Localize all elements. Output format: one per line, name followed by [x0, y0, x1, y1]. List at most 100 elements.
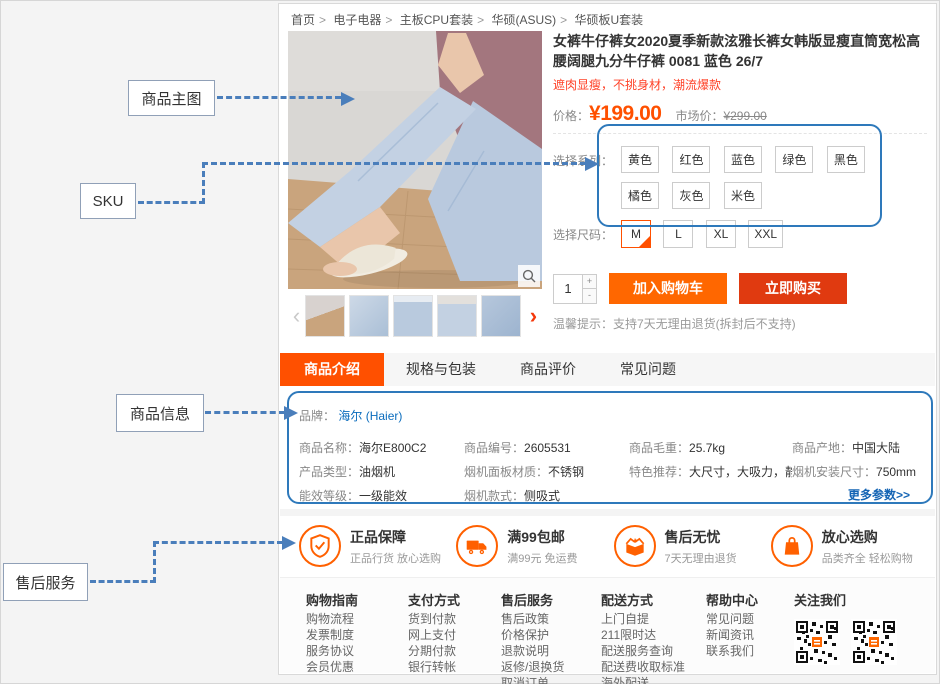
service-free-shipping: 满99包邮 满99元 免运费 [456, 520, 613, 572]
quantity-decrease-button[interactable]: - [583, 288, 597, 304]
annotation-arrow-line [153, 541, 156, 583]
series-option-gray[interactable]: 灰色 [672, 182, 710, 209]
breadcrumb-current: 华硕板U套装 [574, 13, 643, 27]
footer-link[interactable]: 配送费收取标准 [601, 661, 685, 673]
annotation-arrow-line [217, 96, 341, 99]
breadcrumb: 首页> 电子电器> 主板CPU套装> 华硕(ASUS)> 华硕板U套装 [291, 11, 647, 28]
magnifier-icon[interactable] [518, 265, 540, 287]
size-option-l[interactable]: L [663, 220, 693, 248]
series-option-red[interactable]: 红色 [672, 146, 710, 173]
section-divider [280, 509, 935, 516]
series-option-black[interactable]: 黑色 [827, 146, 865, 173]
thumbnail-3[interactable] [393, 295, 433, 337]
footer-link[interactable]: 211限时达 [601, 629, 685, 641]
series-option-yellow[interactable]: 黄色 [621, 146, 659, 173]
thumbnail-4[interactable] [437, 295, 477, 337]
footer-heading: 支付方式 [408, 590, 460, 609]
footer-link[interactable]: 新闻资讯 [706, 629, 758, 641]
size-selector: 选择尺码： M L XL XXL [553, 220, 927, 248]
size-option-xl[interactable]: XL [706, 220, 736, 248]
footer-link[interactable]: 分期付款 [408, 645, 460, 657]
footer-link[interactable]: 海外配送 [601, 677, 685, 684]
footer-link[interactable]: 常见问题 [706, 613, 758, 625]
breadcrumb-category-3[interactable]: 华硕(ASUS) [491, 13, 556, 27]
footer-link[interactable]: 会员优惠 [306, 661, 358, 673]
service-subtitle: 7天无理由退货 [665, 550, 737, 566]
price-row: 价格： ¥199.00 市场价： ¥299.00 [553, 102, 927, 134]
footer-link[interactable]: 取消订单 [501, 677, 564, 684]
service-title: 售后无忧 [665, 527, 737, 547]
spec-grid: 商品名称：海尔E800C2 商品编号：2605531 商品毛重：25.7kg 商… [299, 439, 916, 504]
footer-link[interactable]: 购物流程 [306, 613, 358, 625]
breadcrumb-category-2[interactable]: 主板CPU套装 [400, 13, 473, 27]
footer-col-shopping-guide: 购物指南 购物流程 发票制度 服务协议 会员优惠 [306, 590, 358, 673]
product-main-image[interactable] [288, 31, 542, 289]
spec-item: 产品类型：油烟机 [299, 463, 464, 480]
series-option-beige[interactable]: 米色 [724, 182, 762, 209]
screenshot-canvas: 首页> 电子电器> 主板CPU套装> 华硕(ASUS)> 华硕板U套装 [0, 0, 940, 684]
series-selector: 选择系列： 黄色 红色 蓝色 绿色 黑色 橘色 灰色 米色 [553, 146, 927, 218]
series-option-green[interactable]: 绿色 [775, 146, 813, 173]
spec-item: 烟机面板材质：不锈钢 [464, 463, 629, 480]
footer-link[interactable]: 网上支付 [408, 629, 460, 641]
footer-col-after-sales: 售后服务 售后政策 价格保护 退款说明 返修/退换货 取消订单 [501, 590, 564, 684]
model-photo [288, 31, 542, 289]
thumbs-prev-button[interactable]: ‹ [288, 295, 305, 337]
thumbnail-5[interactable] [481, 295, 521, 337]
footer-link[interactable]: 返修/退换货 [501, 661, 564, 673]
footer-link[interactable]: 配送服务查询 [601, 645, 685, 657]
spec-item: 烟机安装尺寸：750mm±50mm（烟... [792, 463, 916, 480]
footer-link[interactable]: 上门自提 [601, 613, 685, 625]
service-guarantees: 正品保障 正品行货 放心选购 满99包邮 满99元 免运费 售后无忧 [299, 520, 928, 572]
tab-faq[interactable]: 常见问题 [598, 353, 698, 386]
series-option-blue[interactable]: 蓝色 [724, 146, 762, 173]
footer-heading: 配送方式 [601, 590, 685, 609]
buy-now-button[interactable]: 立即购买 [739, 273, 847, 304]
footer-link[interactable]: 售后政策 [501, 613, 564, 625]
annotation-arrow-line [138, 201, 205, 204]
quantity-stepper: + - [583, 274, 597, 304]
tab-spec-packaging[interactable]: 规格与包装 [384, 353, 498, 386]
breadcrumb-home[interactable]: 首页 [291, 13, 315, 27]
annotation-arrow-line [90, 580, 156, 583]
quantity-input[interactable]: 1 [553, 274, 583, 304]
tab-reviews[interactable]: 商品评价 [498, 353, 598, 386]
footer-link[interactable]: 银行转帐 [408, 661, 460, 673]
price-value: ¥199.00 [589, 102, 661, 126]
size-option-xxl[interactable]: XXL [748, 220, 783, 248]
more-params-link[interactable]: 更多参数>> [848, 486, 910, 503]
service-subtitle: 品类齐全 轻松购物 [822, 550, 913, 566]
service-title: 正品保障 [350, 527, 441, 547]
footer-col-payment: 支付方式 货到付款 网上支付 分期付款 银行转帐 [408, 590, 460, 673]
annotation-arrow-line [205, 411, 285, 414]
thumbnail-1[interactable] [305, 295, 345, 337]
footer-heading: 售后服务 [501, 590, 564, 609]
service-title: 满99包邮 [507, 527, 577, 547]
footer-link[interactable]: 联系我们 [706, 645, 758, 657]
open-box-icon [614, 525, 656, 567]
promo-text: 遮肉显瘦，不挑身材，潮流爆款 [553, 76, 927, 93]
brand-link[interactable]: 海尔 (Haier) [338, 409, 402, 423]
size-option-m[interactable]: M [621, 220, 651, 248]
tab-product-intro[interactable]: 商品介绍 [280, 353, 384, 386]
product-gallery: ‹ › [288, 31, 542, 337]
annotation-arrow-line [202, 162, 586, 165]
quantity-increase-button[interactable]: + [583, 274, 597, 289]
breadcrumb-category-1[interactable]: 电子电器 [333, 13, 381, 27]
size-label: 选择尺码： [553, 220, 615, 248]
spec-item: 能效等级：一级能效 [299, 487, 464, 504]
thumbnail-2[interactable] [349, 295, 389, 337]
series-option-orange[interactable]: 橘色 [621, 182, 659, 209]
footer-link[interactable]: 货到付款 [408, 613, 460, 625]
footer-col-follow-us: 关注我们 [794, 590, 908, 665]
footer-link[interactable]: 退款说明 [501, 645, 564, 657]
footer-link[interactable]: 发票制度 [306, 629, 358, 641]
annotation-sku: SKU [80, 183, 136, 219]
footer-link[interactable]: 价格保护 [501, 629, 564, 641]
add-to-cart-button[interactable]: 加入购物车 [609, 273, 727, 304]
annotation-arrow-line [153, 541, 283, 544]
spec-item: 商品编号：2605531 [464, 439, 629, 456]
thumbs-next-button[interactable]: › [525, 295, 542, 337]
footer-link[interactable]: 服务协议 [306, 645, 358, 657]
market-price-label: 市场价： [675, 107, 723, 124]
